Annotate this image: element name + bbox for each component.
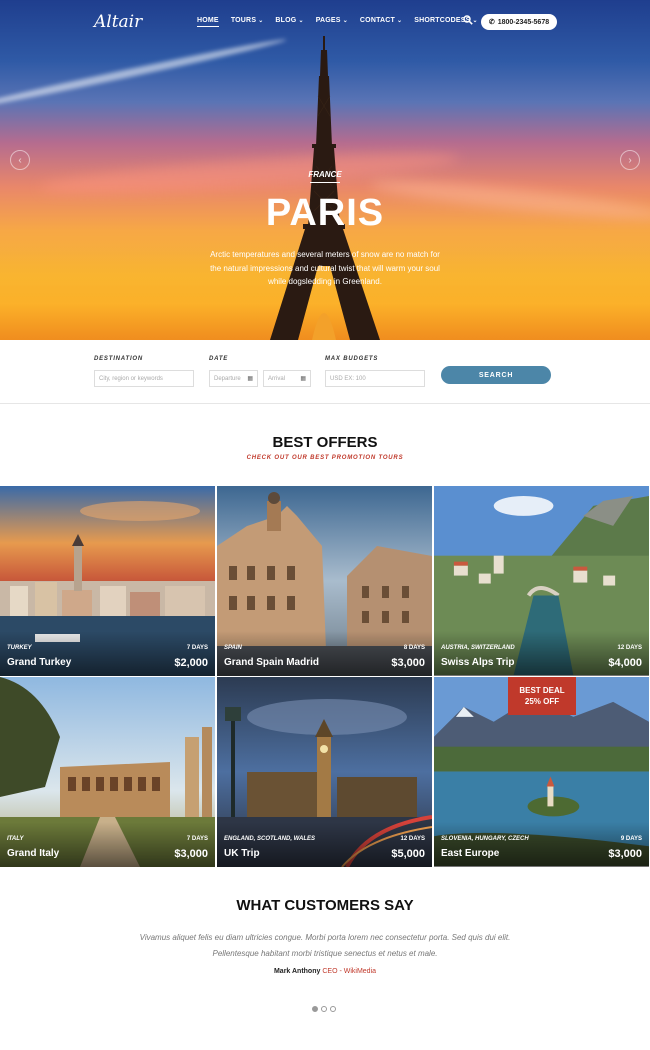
chevron-down-icon: ⌄ bbox=[298, 18, 304, 24]
menu-pages[interactable]: PAGES ⌄ bbox=[316, 17, 348, 27]
chevron-down-icon: ⌄ bbox=[342, 18, 348, 24]
card-price: $4,000 bbox=[608, 657, 642, 669]
card-overlay bbox=[434, 822, 649, 867]
card-days: 12 DAYS bbox=[617, 645, 642, 651]
card-days: 7 DAYS bbox=[186, 836, 208, 842]
arrival-placeholder: Arrival bbox=[268, 375, 286, 382]
offer-card[interactable]: AUSTRIA, SWITZERLAND 12 DAYS Swiss Alps … bbox=[434, 486, 649, 676]
card-price: $3,000 bbox=[174, 848, 208, 860]
card-days: 12 DAYS bbox=[400, 836, 425, 842]
card-overlay bbox=[217, 822, 432, 867]
chevron-left-icon: ‹ bbox=[18, 154, 22, 166]
card-country: ITALY bbox=[7, 836, 24, 842]
testimonial-author: Mark Anthony CEO - WikiMedia bbox=[0, 968, 650, 975]
chevron-down-icon: ⌄ bbox=[258, 18, 264, 24]
hero-slider: Altair HOME TOURS ⌄ BLOG ⌄ PAGES ⌄ CONTACT ⌄… bbox=[0, 0, 650, 340]
card-overlay bbox=[0, 631, 215, 676]
hero-description: Arctic temperatures and several meters o… bbox=[210, 250, 440, 286]
offer-card[interactable]: TURKEY 7 DAYS Grand Turkey $2,000 bbox=[0, 486, 215, 676]
eiffel-tower-image bbox=[270, 36, 380, 340]
budget-placeholder: USD EX: 100 bbox=[330, 375, 366, 382]
card-days: 8 DAYS bbox=[403, 645, 425, 651]
arrival-input[interactable]: Arrival ▦ bbox=[263, 370, 311, 387]
testimonial-pagination bbox=[312, 1006, 336, 1012]
menu-blog[interactable]: BLOG ⌄ bbox=[275, 17, 303, 27]
card-overlay bbox=[217, 631, 432, 676]
menu-tours[interactable]: TOURS ⌄ bbox=[231, 17, 264, 27]
card-country: TURKEY bbox=[7, 645, 32, 651]
destination-placeholder: City, region or keywords bbox=[99, 375, 163, 382]
pagination-dot[interactable] bbox=[321, 1006, 327, 1012]
search-icon[interactable] bbox=[463, 15, 473, 25]
card-overlay bbox=[0, 822, 215, 867]
offers-subtitle: CHECK OUT OUR BEST PROMOTION TOURS bbox=[246, 455, 404, 461]
card-name: Grand Italy bbox=[7, 848, 60, 859]
card-name: Swiss Alps Trip bbox=[441, 657, 515, 668]
hero-subtitle: FRANCE bbox=[308, 170, 342, 179]
destination-input[interactable]: City, region or keywords bbox=[94, 370, 194, 387]
hero-title: PARIS bbox=[265, 192, 385, 234]
hero-subtitle-divider bbox=[310, 182, 340, 183]
departure-placeholder: Departure bbox=[214, 375, 241, 382]
phone-number: 1800-2345-5678 bbox=[497, 18, 550, 26]
budget-label: MAX BUDGETS bbox=[325, 356, 379, 362]
testimonial-quote: Vivamus aliquet felis eu diam ultricies … bbox=[139, 933, 511, 958]
budget-input[interactable]: USD EX: 100 bbox=[325, 370, 425, 387]
pagination-dot[interactable] bbox=[330, 1006, 336, 1012]
destination-label: DESTINATION bbox=[94, 356, 144, 362]
phone-button[interactable]: ✆ 1800-2345-5678 bbox=[481, 14, 557, 30]
chevron-down-icon: ⌄ bbox=[397, 18, 403, 24]
offers-title: BEST OFFERS bbox=[272, 434, 378, 451]
phone-icon: ✆ bbox=[488, 19, 495, 26]
card-days: 9 DAYS bbox=[620, 836, 642, 842]
menu-home[interactable]: HOME bbox=[197, 17, 219, 27]
card-name: Grand Turkey bbox=[7, 657, 72, 668]
search-button[interactable]: SEARCH bbox=[441, 366, 551, 384]
chevron-right-icon: › bbox=[628, 154, 632, 166]
card-country: SPAIN bbox=[224, 645, 242, 651]
chevron-down-icon: ⌄ bbox=[472, 18, 478, 24]
card-price: $2,000 bbox=[174, 657, 208, 669]
deal-label: BEST DEAL bbox=[519, 686, 565, 695]
card-country: SLOVENIA, HUNGARY, CZECH bbox=[441, 836, 529, 842]
deal-discount: 25% OFF bbox=[524, 697, 560, 706]
tour-search-form: DESTINATION City, region or keywords DAT… bbox=[0, 340, 650, 404]
main-menu: HOME TOURS ⌄ BLOG ⌄ PAGES ⌄ CONTACT ⌄ SHORTC… bbox=[197, 17, 490, 27]
sky-cloud bbox=[0, 35, 288, 113]
card-price: $3,000 bbox=[391, 657, 425, 669]
card-overlay bbox=[434, 631, 649, 676]
card-country: ENGLAND, SCOTLAND, WALES bbox=[224, 836, 315, 842]
calendar-icon: ▦ bbox=[300, 376, 306, 382]
slider-next-button[interactable]: › bbox=[620, 150, 640, 170]
card-price: $3,000 bbox=[608, 848, 642, 860]
card-price: $5,000 bbox=[391, 848, 425, 860]
card-name: East Europe bbox=[441, 848, 500, 859]
offers-grid: TURKEY 7 DAYS Grand Turkey $2,000 SPAIN … bbox=[0, 486, 650, 867]
author-name: Mark Anthony bbox=[273, 968, 321, 975]
offer-card[interactable]: ITALY 7 DAYS Grand Italy $3,000 bbox=[0, 677, 215, 867]
author-role[interactable]: CEO - WikiMedia bbox=[322, 968, 376, 975]
card-name: UK Trip bbox=[224, 848, 260, 859]
departure-input[interactable]: Departure ▦ bbox=[209, 370, 258, 387]
offer-card[interactable]: SPAIN 8 DAYS Grand Spain Madrid $3,000 bbox=[217, 486, 432, 676]
date-label: DATE bbox=[209, 356, 229, 362]
top-navbar: Altair HOME TOURS ⌄ BLOG ⌄ PAGES ⌄ CONTACT ⌄… bbox=[0, 10, 650, 32]
testimonials-title: WHAT CUSTOMERS SAY bbox=[236, 897, 414, 914]
best-deal-badge: BEST DEAL 25% OFF bbox=[508, 677, 576, 715]
card-country: AUSTRIA, SWITZERLAND bbox=[441, 645, 515, 651]
calendar-icon: ▦ bbox=[247, 376, 253, 382]
menu-contact[interactable]: CONTACT ⌄ bbox=[360, 17, 402, 27]
card-name: Grand Spain Madrid bbox=[224, 657, 320, 668]
offer-card[interactable]: ENGLAND, SCOTLAND, WALES 12 DAYS UK Trip… bbox=[217, 677, 432, 867]
slider-prev-button[interactable]: ‹ bbox=[10, 150, 30, 170]
offer-card[interactable]: BEST DEAL 25% OFF SLOVENIA, HUNGARY, CZE… bbox=[434, 677, 649, 867]
card-days: 7 DAYS bbox=[186, 645, 208, 651]
site-logo[interactable]: Altair bbox=[94, 12, 142, 32]
pagination-dot[interactable] bbox=[312, 1006, 318, 1012]
